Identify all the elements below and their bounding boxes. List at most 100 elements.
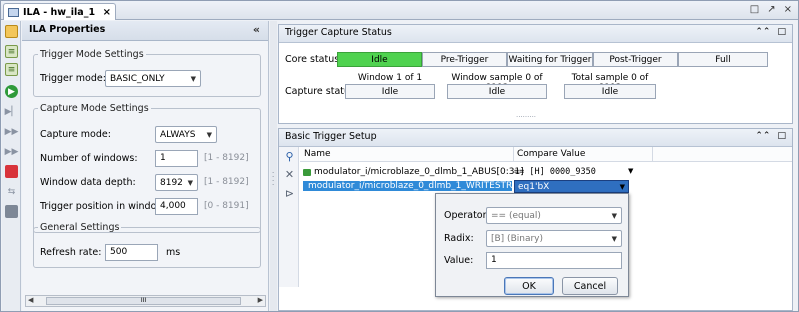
trigger-mode-label: Trigger mode: [40,73,106,84]
operator-select[interactable]: == (equal) ▼ [486,207,622,224]
restore-window-icon[interactable]: □ [750,4,759,15]
run-all-icon[interactable]: ▶▶ [5,145,19,158]
total-sample-status: Idle [564,84,656,99]
window-status: Idle [345,84,435,99]
trigger-position-range: [0 - 8191] [204,201,249,211]
search-icon[interactable]: ⚲ [283,150,296,163]
group-legend: Capture Mode Settings [40,103,149,114]
table-row[interactable]: modulator_i/microblaze_0_dlmb_1_ABUS[0:3… [300,166,792,179]
add-probe-icon[interactable]: ⊳ [283,187,296,200]
core-status-waiting: Waiting for Trigger [507,52,593,67]
probe-icon [303,168,311,176]
radix-label: Radix: [444,233,474,244]
chevron-down-icon: ▼ [611,211,617,220]
ila-properties-header: ILA Properties « [22,21,268,41]
column-compare-value[interactable]: Compare Value [517,149,585,159]
core-status-posttrigger: Post-Trigger [593,52,678,67]
trigger-mode-value: BASIC_ONLY [110,73,165,84]
trigger-mode-select[interactable]: BASIC_ONLY ▼ [105,70,201,87]
num-windows-input[interactable]: 1 [155,150,198,167]
core-status-idle: Idle [337,52,422,67]
auto-fit-icon[interactable] [5,25,18,38]
scrollbar-thumb[interactable]: III [46,297,241,305]
chevron-down-icon: ▼ [190,74,196,83]
scroll-right-icon[interactable]: ▶ [258,296,263,304]
group-legend: Trigger Mode Settings [40,49,144,60]
operator-label: Operator: [444,210,490,221]
tab-strip: ILA - hw_ila_1 × □ ↗ × [1,1,798,20]
capture-mode-value: ALWAYS [160,129,196,140]
close-window-icon[interactable]: × [784,4,792,15]
chevron-down-icon[interactable]: ▼ [628,167,633,175]
core-status-label: Core status: [285,54,343,65]
table-row-selected[interactable]: modulator_i/microblaze_0_dlmb_1_WRITESTR… [300,180,792,193]
step-icon[interactable]: ▶▏ [5,105,19,118]
compare-value-editor[interactable]: eq1'bX ▼ [514,180,629,193]
properties-scrollbar[interactable]: ◀ III ▶ [25,295,266,307]
remove-icon[interactable]: ✕ [283,168,296,181]
basic-trigger-setup-panel: Basic Trigger Setup ⌃⌃ □ ⚲ ✕ ⊳ Name Comp… [278,128,793,311]
chevron-down-icon: ▼ [611,234,617,243]
window-sample-status: Idle [447,84,547,99]
run-trigger-immediate-icon[interactable]: ▶ [5,85,18,98]
window-depth-label: Window data depth: [40,177,136,188]
cancel-button[interactable]: Cancel [562,277,618,295]
ok-button[interactable]: OK [504,277,554,295]
probe-name: modulator_i/microblaze_0_dlmb_1_WRITESTR… [308,181,532,191]
num-windows-range: [1 - 8192] [204,153,249,163]
panel-title: Basic Trigger Setup [285,131,377,142]
value-input[interactable]: 1 [486,252,622,269]
collapse-icon[interactable]: « [253,23,260,36]
float-window-icon[interactable]: ↗ [767,4,775,15]
trigger-position-input[interactable]: 4,000 [155,198,198,215]
scroll-left-icon[interactable]: ◀ [28,296,33,304]
restore-icon[interactable]: □ [777,131,786,141]
trigger-capture-status-header: Trigger Capture Status ⌃⌃ □ [279,25,792,43]
ila-toolbar: ≡ ≡ ▶ ▶▏ ▶▶ ▶▶ ⇆ [2,21,21,311]
ila-icon [8,7,19,17]
group-legend: General Settings [40,222,120,233]
panel-title: Trigger Capture Status [285,27,392,38]
chevron-down-icon: ▼ [206,130,212,139]
column-name[interactable]: Name [304,149,331,159]
splitter-grip-icon: · · · · [272,169,275,189]
export-icon[interactable]: ⇆ [5,185,18,198]
restore-icon[interactable]: □ [777,27,786,37]
panel-title: ILA Properties [29,24,106,35]
tab-ila[interactable]: ILA - hw_ila_1 × [3,3,116,20]
vertical-splitter[interactable]: · · · · [270,21,277,311]
run-trigger-icon[interactable]: ▶▶ [5,125,19,138]
trigger-side-toolbar: ⚲ ✕ ⊳ [279,147,299,287]
chevron-down-icon[interactable]: ▼ [620,183,625,191]
ila-window: ILA - hw_ila_1 × □ ↗ × ≡ ≡ ▶ ▶▏ ▶▶ ▶▶ ⇆ … [0,0,799,312]
radix-value: [B] (Binary) [491,233,544,244]
refresh-rate-input[interactable]: 500 [105,244,158,261]
maximize-icon[interactable]: ⌃⌃ [755,131,770,141]
window-depth-select[interactable]: 8192 ▼ [155,174,198,191]
maximize-icon[interactable]: ⌃⌃ [755,27,770,37]
core-status-pretrigger: Pre-Trigger [422,52,507,67]
trigger-grid-header: Name Compare Value [300,147,792,162]
tab-close-icon[interactable]: × [103,7,111,18]
compare-value[interactable]: == [H] 0000_9350 [514,167,596,177]
refresh-rate-unit: ms [166,247,181,258]
trigger-capture-status-panel: Trigger Capture Status ⌃⌃ □ Core status:… [278,24,793,124]
compare-value-popup: Operator: == (equal) ▼ Radix: [B] (Binar… [435,193,629,297]
window-depth-range: [1 - 8192] [204,177,249,187]
operator-value: == (equal) [491,210,541,221]
window-caption: Window 1 of 1 [357,73,423,83]
value-label: Value: [444,255,474,266]
memory-icon[interactable] [5,205,18,218]
capture-mode-select[interactable]: ALWAYS ▼ [155,126,217,143]
probe-name: modulator_i/microblaze_0_dlmb_1_ABUS[0:3… [314,167,524,177]
capture-mode-group: Capture Mode Settings [33,103,261,233]
stop-trigger-icon[interactable] [5,165,18,178]
num-windows-label: Number of windows: [40,153,138,164]
settings-list-icon[interactable]: ≡ [5,63,18,76]
tab-title: ILA - hw_ila_1 [23,6,96,18]
horizontal-splitter-grip[interactable]: ········· [516,113,536,121]
ila-properties-panel: ILA Properties « Trigger Mode Settings T… [22,21,269,311]
dashboard-icon[interactable]: ≡ [5,45,18,58]
radix-select[interactable]: [B] (Binary) ▼ [486,230,622,247]
trigger-position-label: Trigger position in window: [40,201,167,212]
